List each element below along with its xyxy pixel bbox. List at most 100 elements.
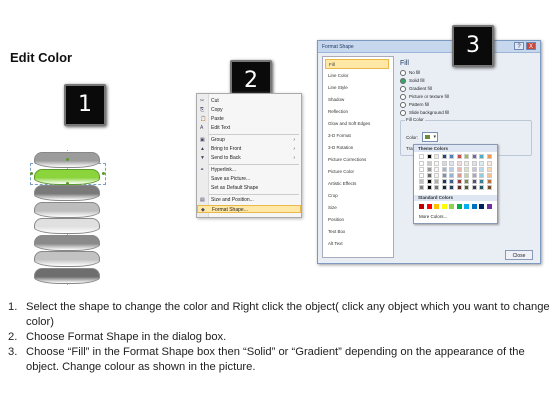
menu-item[interactable]: ▲ Bring to Front ›: [197, 145, 301, 153]
color-swatch[interactable]: [434, 173, 439, 178]
fill-option[interactable]: Picture or texture fill: [400, 94, 449, 100]
color-swatch[interactable]: [449, 204, 454, 209]
color-swatch[interactable]: [434, 167, 439, 172]
menu-item[interactable]: 📋 Paste: [197, 115, 301, 123]
color-swatch[interactable]: [456, 161, 462, 166]
color-swatch[interactable]: [426, 167, 432, 172]
menu-item[interactable]: Set as Default Shape: [197, 184, 301, 192]
color-swatch[interactable]: [441, 204, 447, 209]
color-swatch[interactable]: [419, 179, 424, 184]
color-swatch[interactable]: [419, 173, 424, 178]
color-swatch[interactable]: [449, 185, 454, 190]
color-swatch[interactable]: [479, 154, 484, 159]
category-item[interactable]: Reflection: [325, 107, 392, 117]
color-swatch[interactable]: [464, 204, 469, 209]
color-swatch[interactable]: [449, 161, 454, 166]
radio-button[interactable]: [400, 78, 406, 84]
category-item[interactable]: 3-D Format: [325, 131, 392, 141]
color-swatch[interactable]: [486, 173, 492, 178]
color-swatch[interactable]: [441, 173, 447, 178]
category-item[interactable]: Text Box: [325, 227, 392, 237]
radio-button[interactable]: [400, 86, 406, 92]
color-swatch[interactable]: [486, 161, 492, 166]
color-swatch[interactable]: [464, 167, 469, 172]
category-item[interactable]: Artistic Effects: [325, 179, 392, 189]
dialog-close-button[interactable]: Close: [505, 250, 533, 260]
color-swatch[interactable]: [471, 173, 477, 178]
color-swatch[interactable]: [486, 167, 492, 172]
color-swatch[interactable]: [434, 161, 439, 166]
color-swatch[interactable]: [441, 154, 447, 159]
color-swatch[interactable]: [419, 185, 424, 190]
color-swatch[interactable]: [426, 179, 432, 184]
fill-option[interactable]: No fill: [400, 70, 420, 76]
category-item[interactable]: Picture Corrections: [325, 155, 392, 165]
color-swatch[interactable]: [441, 167, 447, 172]
color-swatch[interactable]: [456, 185, 462, 190]
color-swatch[interactable]: [441, 185, 447, 190]
color-swatch[interactable]: [449, 179, 454, 184]
color-swatch[interactable]: [471, 185, 477, 190]
color-swatch[interactable]: [426, 161, 432, 166]
color-swatch[interactable]: [479, 161, 484, 166]
color-swatch[interactable]: [449, 173, 454, 178]
chevron-shape[interactable]: [34, 251, 100, 267]
chevron-shape[interactable]: [34, 218, 100, 234]
color-swatch[interactable]: [486, 179, 492, 184]
chevron-shape[interactable]: [34, 267, 100, 284]
color-swatch[interactable]: [471, 161, 477, 166]
color-swatch[interactable]: [479, 185, 484, 190]
menu-item[interactable]: ⎘ Copy: [197, 106, 301, 114]
category-item[interactable]: Shadow: [325, 95, 392, 105]
category-item[interactable]: Position: [325, 215, 392, 225]
color-swatch[interactable]: [456, 179, 462, 184]
color-swatch[interactable]: [434, 179, 439, 184]
color-swatch[interactable]: [456, 167, 462, 172]
chevron-shape[interactable]: [34, 185, 100, 201]
color-swatch[interactable]: [449, 167, 454, 172]
color-swatch[interactable]: [456, 204, 462, 209]
menu-item[interactable]: ◆ Format Shape...: [197, 205, 301, 213]
fill-option[interactable]: Pattern fill: [400, 102, 429, 108]
color-swatch[interactable]: [479, 179, 484, 184]
color-swatch[interactable]: [441, 179, 447, 184]
help-button[interactable]: ?: [514, 42, 524, 50]
fill-option[interactable]: Gradient fill: [400, 86, 432, 92]
color-swatch[interactable]: [426, 204, 432, 209]
color-swatch[interactable]: [434, 204, 439, 209]
color-swatch[interactable]: [479, 173, 484, 178]
radio-button[interactable]: [400, 102, 406, 108]
color-swatch[interactable]: [419, 154, 424, 159]
color-swatch[interactable]: [419, 167, 424, 172]
color-picker-button[interactable]: ▾: [422, 132, 438, 142]
color-swatch[interactable]: [456, 154, 462, 159]
category-item[interactable]: Line Style: [325, 83, 392, 93]
category-item[interactable]: Line Color: [325, 71, 392, 81]
color-swatch[interactable]: [464, 185, 469, 190]
color-swatch[interactable]: [434, 154, 439, 159]
menu-item[interactable]: ▼ Send to Back ›: [197, 154, 301, 162]
color-swatch[interactable]: [464, 154, 469, 159]
menu-item[interactable]: Save as Picture...: [197, 175, 301, 183]
fill-option[interactable]: Solid fill: [400, 78, 425, 84]
radio-button[interactable]: [400, 70, 406, 76]
color-swatch[interactable]: [449, 154, 454, 159]
selection-handle[interactable]: [66, 182, 69, 185]
color-swatch[interactable]: [434, 185, 439, 190]
more-colors-link[interactable]: More Colors...: [419, 214, 447, 219]
menu-item[interactable]: ▣ Group ›: [197, 136, 301, 144]
menu-item[interactable]: ✂ Cut: [197, 97, 301, 105]
category-item[interactable]: Alt Text: [325, 239, 392, 249]
category-item[interactable]: Crop: [325, 191, 392, 201]
color-swatch[interactable]: [479, 167, 484, 172]
radio-button[interactable]: [400, 110, 406, 116]
selection-handle[interactable]: [102, 172, 105, 175]
color-swatch[interactable]: [486, 204, 492, 209]
color-swatch[interactable]: [464, 173, 469, 178]
color-swatch[interactable]: [426, 154, 432, 159]
color-swatch[interactable]: [456, 173, 462, 178]
selection-handle[interactable]: [30, 172, 33, 175]
color-swatch[interactable]: [464, 161, 469, 166]
color-swatch[interactable]: [464, 179, 469, 184]
selection-handle[interactable]: [66, 158, 69, 161]
